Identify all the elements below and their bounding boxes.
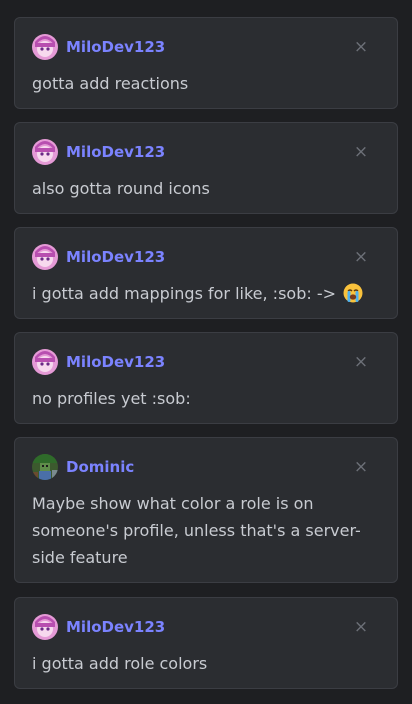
message-header: MiloDev123 × <box>32 244 397 270</box>
message-card: MiloDev123 × no profiles yet :sob: <box>14 332 398 424</box>
close-icon[interactable]: × <box>351 247 371 267</box>
minecraft-avatar-icon[interactable] <box>32 454 58 480</box>
message-author[interactable]: Dominic <box>66 458 134 476</box>
message-card: MiloDev123 × i gotta add role colors <box>14 597 398 689</box>
close-icon[interactable]: × <box>351 142 371 162</box>
message-card: MiloDev123 × also gotta round icons <box>14 122 398 214</box>
message-text: gotta add reactions <box>32 74 189 93</box>
message-author[interactable]: MiloDev123 <box>66 38 165 56</box>
message-header: MiloDev123 × <box>32 139 397 165</box>
anime-avatar-icon[interactable] <box>32 139 58 165</box>
message-header: MiloDev123 × <box>32 614 397 640</box>
message-text: no profiles yet :sob: <box>32 389 191 408</box>
anime-avatar-icon[interactable] <box>32 34 58 60</box>
anime-avatar-icon[interactable] <box>32 244 58 270</box>
close-icon[interactable]: × <box>351 457 371 477</box>
message-text-row: i gotta add mappings for like, :sob: -> <box>32 280 382 307</box>
anime-avatar-icon[interactable] <box>32 349 58 375</box>
message-text: Maybe show what color a role is on someo… <box>32 494 361 567</box>
message-author[interactable]: MiloDev123 <box>66 618 165 636</box>
close-icon[interactable]: × <box>351 617 371 637</box>
message-author[interactable]: MiloDev123 <box>66 353 165 371</box>
message-header: Dominic × <box>32 454 397 480</box>
message-author[interactable]: MiloDev123 <box>66 143 165 161</box>
anime-avatar-icon[interactable] <box>32 614 58 640</box>
sob-emoji-icon <box>343 283 363 303</box>
message-header: MiloDev123 × <box>32 349 397 375</box>
message-text: i gotta add role colors <box>32 654 208 673</box>
message-header: MiloDev123 × <box>32 34 397 60</box>
message-feed: MiloDev123 × gotta add reactions MiloDev… <box>0 0 412 704</box>
message-card: Dominic × Maybe show what color a role i… <box>14 437 398 583</box>
close-icon[interactable]: × <box>351 37 371 57</box>
close-icon[interactable]: × <box>351 352 371 372</box>
message-card: MiloDev123 × i gotta add mappings for li… <box>14 227 398 319</box>
message-card: MiloDev123 × gotta add reactions <box>14 17 398 109</box>
message-text: i gotta add mappings for like, :sob: -> <box>32 284 336 303</box>
message-author[interactable]: MiloDev123 <box>66 248 165 266</box>
message-text: also gotta round icons <box>32 179 210 198</box>
